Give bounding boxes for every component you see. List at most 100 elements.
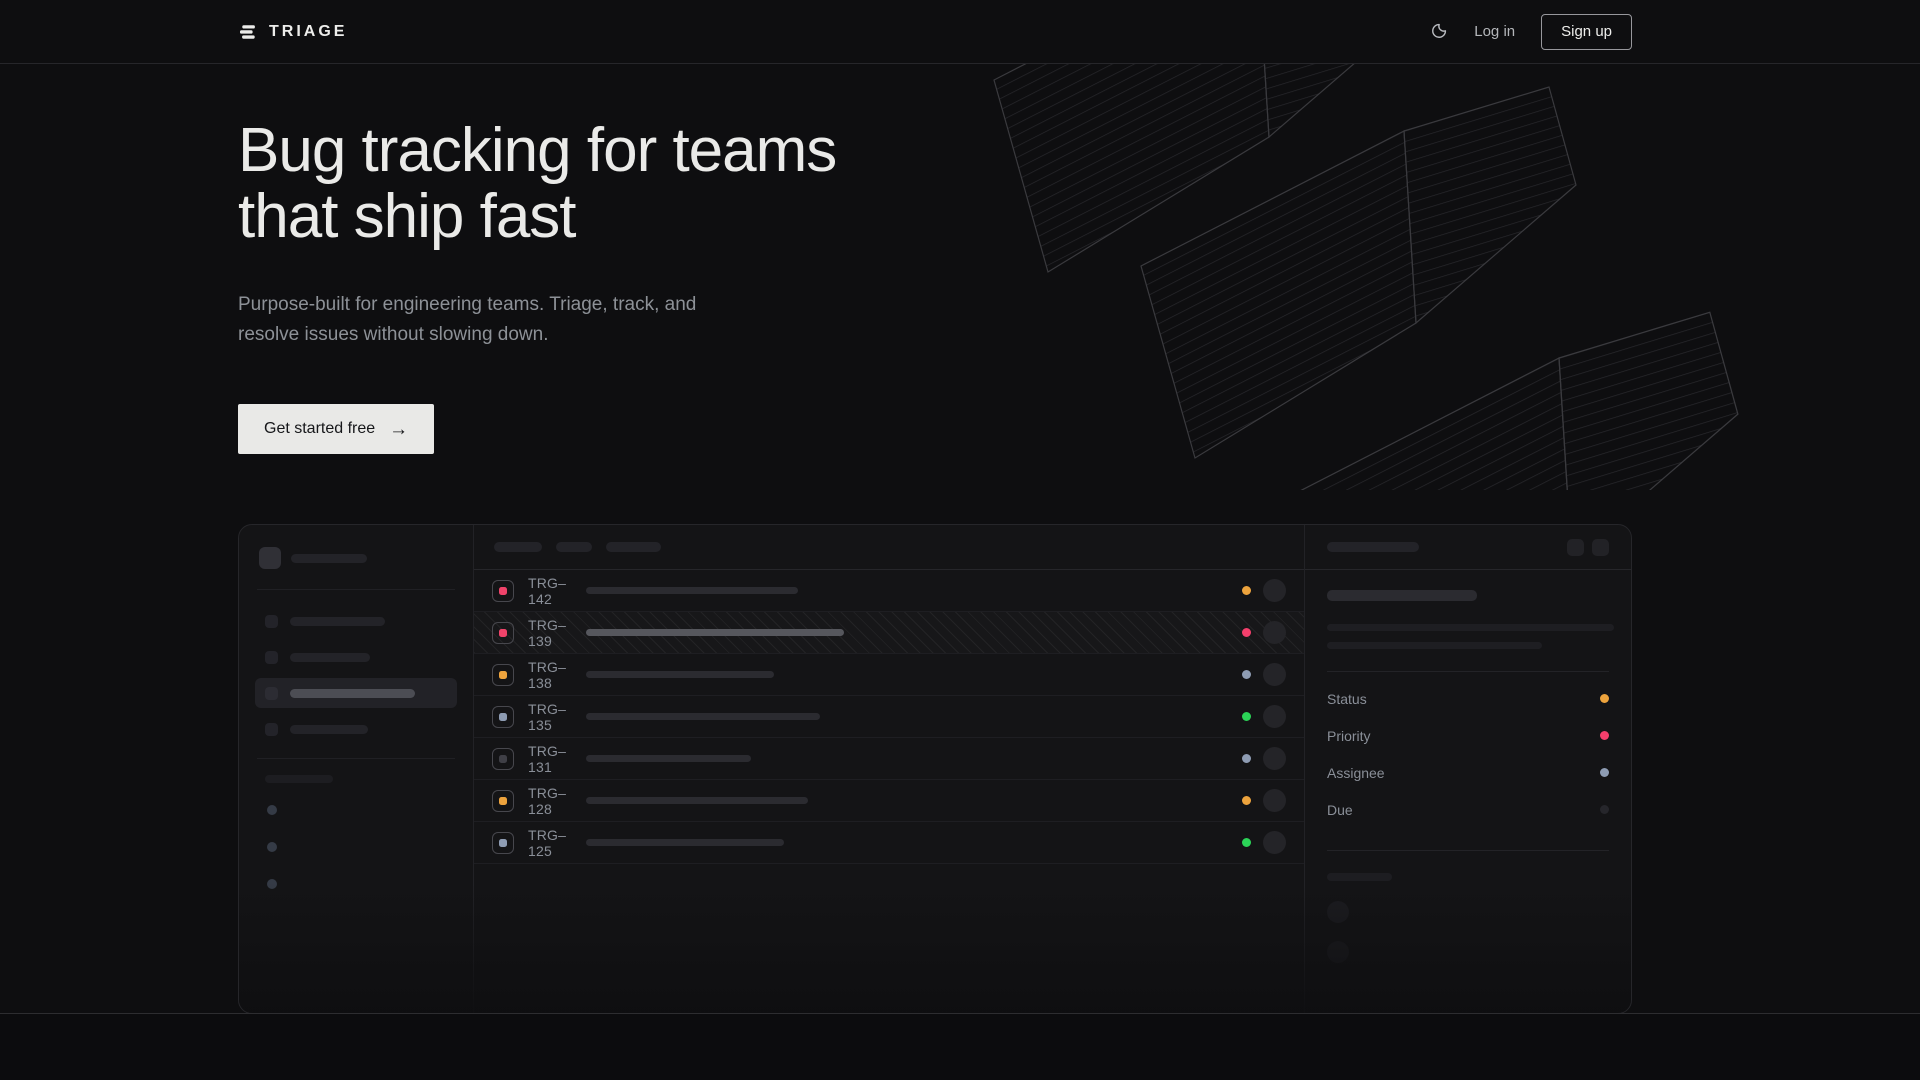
hero-title: Bug tracking for teamsthat ship fast (238, 118, 1138, 250)
assignee-avatar-placeholder (1263, 579, 1286, 602)
issue-id: TRG–139 (528, 617, 586, 649)
field-value-dot (1600, 805, 1609, 814)
detail-panel-header (1305, 525, 1631, 570)
tab-placeholder (494, 542, 542, 552)
user-dot-placeholder (267, 805, 277, 815)
status-dot (1242, 628, 1251, 637)
issue-row: TRG–131 (474, 738, 1304, 780)
assignee-avatar-placeholder (1263, 621, 1286, 644)
field-value-dot (1600, 731, 1609, 740)
detail-fields: Status Priority Assignee Due (1327, 680, 1609, 828)
top-nav: TRIAGE Log in Sign up (0, 0, 1920, 64)
nav-inner: TRIAGE Log in Sign up (238, 0, 1632, 63)
issue-title-placeholder (586, 713, 820, 720)
login-link[interactable]: Log in (1474, 23, 1515, 40)
avatar-placeholder (1327, 941, 1349, 963)
signup-button[interactable]: Sign up (1541, 14, 1632, 50)
status-dot (1242, 796, 1251, 805)
issue-row: TRG–125 (474, 822, 1304, 864)
priority-icon (492, 748, 514, 770)
priority-icon (492, 580, 514, 602)
arrow-right-icon: → (389, 420, 408, 439)
divider (257, 758, 455, 759)
divider (1327, 671, 1609, 672)
tab-placeholder (606, 542, 661, 552)
workspace-avatar-placeholder (259, 547, 281, 569)
field-value-dot (1600, 768, 1609, 777)
status-dot (1242, 754, 1251, 763)
brand-name: TRIAGE (269, 23, 347, 41)
nav-right: Log in Sign up (1428, 14, 1632, 50)
user-dot-placeholder (267, 842, 277, 852)
assignee-avatar-placeholder (1263, 705, 1286, 728)
text-line-placeholder (1327, 642, 1542, 649)
field-label: Status (1327, 691, 1367, 707)
detail-field-row: Status (1327, 680, 1609, 717)
detail-panel-body: Status Priority Assignee Due (1305, 570, 1631, 963)
sidebar-item-placeholder (255, 714, 457, 744)
issue-row: TRG–135 (474, 696, 1304, 738)
issue-title-placeholder (586, 587, 798, 594)
issue-id: TRG–138 (528, 659, 586, 691)
sidebar-item-placeholder (255, 642, 457, 672)
priority-icon (492, 790, 514, 812)
issue-title-placeholder (586, 839, 784, 846)
skeleton-bar (1327, 542, 1419, 552)
priority-icon (492, 622, 514, 644)
panel-button-placeholder (1592, 539, 1609, 556)
status-dot (1242, 670, 1251, 679)
sidebar-item-placeholder (255, 606, 457, 636)
footer (0, 1013, 1920, 1080)
issue-id: TRG–128 (528, 785, 586, 817)
issue-list-header (474, 525, 1304, 570)
assignee-avatar-placeholder (1263, 663, 1286, 686)
issue-rows: TRG–142 TRG–139 TRG–138 TRG–135 TRG–131 (474, 570, 1304, 864)
issue-id: TRG–135 (528, 701, 586, 733)
issue-id: TRG–142 (528, 575, 586, 607)
status-dot (1242, 586, 1251, 595)
priority-icon (492, 832, 514, 854)
brand[interactable]: TRIAGE (238, 22, 347, 42)
text-line-placeholder (1327, 624, 1614, 631)
issue-id: TRG–125 (528, 827, 586, 859)
avatar-placeholder (1327, 901, 1349, 923)
assignee-avatar-placeholder (1263, 831, 1286, 854)
detail-field-row: Priority (1327, 717, 1609, 754)
sidebar-item-placeholder-active (255, 678, 457, 708)
mockup-sidebar-items (255, 606, 457, 744)
issue-title-placeholder (586, 797, 808, 804)
mockup-sidebar-header (259, 547, 457, 569)
issue-row: TRG–128 (474, 780, 1304, 822)
field-value-dot (1600, 694, 1609, 703)
field-label: Due (1327, 802, 1353, 818)
detail-field-row: Due (1327, 791, 1609, 828)
app-mockup: TRG–142 TRG–139 TRG–138 TRG–135 TRG–131 (238, 524, 1632, 1014)
field-label: Assignee (1327, 765, 1385, 781)
user-dot-placeholder (267, 879, 277, 889)
issue-row: TRG–139 (474, 612, 1304, 654)
triage-logo-icon (238, 22, 258, 42)
assignee-avatar-placeholder (1263, 789, 1286, 812)
priority-icon (492, 664, 514, 686)
priority-icon (492, 706, 514, 728)
issue-id: TRG–131 (528, 743, 586, 775)
hero-section: Bug tracking for teamsthat ship fast Pur… (238, 64, 1138, 454)
status-dot (1242, 712, 1251, 721)
issue-title-placeholder (586, 629, 844, 636)
cta-label: Get started free (264, 420, 375, 438)
divider (257, 589, 455, 590)
tab-placeholder (556, 542, 592, 552)
theme-toggle-button[interactable] (1428, 22, 1448, 42)
issue-title-placeholder (586, 755, 751, 762)
moon-icon (1428, 22, 1448, 42)
get-started-button[interactable]: Get started free → (238, 404, 434, 454)
status-dot (1242, 838, 1251, 847)
field-label: Priority (1327, 728, 1371, 744)
issue-row: TRG–142 (474, 570, 1304, 612)
panel-button-placeholder (1567, 539, 1584, 556)
mockup-detail-panel: Status Priority Assignee Due (1305, 525, 1631, 1013)
section-label-placeholder (265, 775, 333, 783)
assignee-avatar-placeholder (1263, 747, 1286, 770)
issue-title-placeholder (586, 671, 774, 678)
mockup-issue-list: TRG–142 TRG–139 TRG–138 TRG–135 TRG–131 (473, 525, 1305, 1013)
